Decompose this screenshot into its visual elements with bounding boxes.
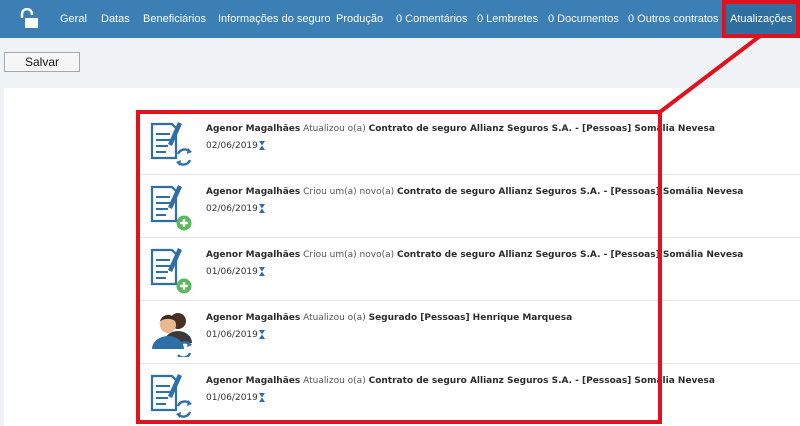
feed-item-text: Agenor Magalhães Atualizou o(a) Segurado… bbox=[206, 313, 572, 323]
feed-item-text: Agenor Magalhães Atualizou o(a) Contrato… bbox=[206, 124, 715, 134]
tab-datas[interactable]: Datas bbox=[101, 0, 130, 38]
feed-item-target[interactable]: Contrato de seguro Allianz Seguros S.A. … bbox=[369, 376, 715, 386]
hourglass-icon[interactable] bbox=[258, 203, 266, 214]
unlock-icon[interactable] bbox=[18, 8, 40, 30]
feed-item-date: 01/06/2019 bbox=[206, 267, 258, 277]
feed-item-action: Atualizou o(a) bbox=[303, 376, 366, 386]
document-update-icon bbox=[150, 122, 192, 166]
document-add-icon bbox=[150, 248, 192, 294]
feed-item-user[interactable]: Agenor Magalhães bbox=[206, 376, 300, 386]
activity-feed: Agenor Magalhães Atualizou o(a) Contrato… bbox=[138, 112, 800, 424]
document-update-icon bbox=[150, 374, 192, 418]
feed-item-text: Agenor Magalhães Criou um(a) novo(a) Con… bbox=[206, 187, 743, 197]
feed-item-target[interactable]: Contrato de seguro Allianz Seguros S.A. … bbox=[369, 124, 715, 134]
tab-informacoes-do-seguro[interactable]: Informações do seguro bbox=[218, 0, 331, 38]
people-update-icon bbox=[152, 313, 192, 357]
tab-comentarios[interactable]: 0 Comentários bbox=[396, 0, 468, 38]
feed-item-date: 02/06/2019 bbox=[206, 204, 258, 214]
tab-beneficiarios[interactable]: Beneficiários bbox=[143, 0, 206, 38]
feed-item-user[interactable]: Agenor Magalhães bbox=[206, 124, 300, 134]
feed-item-text: Agenor Magalhães Atualizou o(a) Contrato… bbox=[206, 376, 715, 386]
save-button[interactable]: Salvar bbox=[4, 52, 80, 72]
hourglass-icon[interactable] bbox=[258, 329, 266, 340]
feed-item-date: 01/06/2019 bbox=[206, 330, 258, 340]
tab-outros-contratos[interactable]: 0 Outros contratos bbox=[628, 0, 719, 38]
feed-item-user[interactable]: Agenor Magalhães bbox=[206, 187, 300, 197]
feed-item: Agenor Magalhães Criou um(a) novo(a) Con… bbox=[138, 174, 800, 237]
feed-item-target[interactable]: Contrato de seguro Allianz Seguros S.A. … bbox=[397, 250, 743, 260]
hourglass-icon[interactable] bbox=[258, 140, 266, 151]
feed-item: Agenor Magalhães Atualizou o(a) Segurado… bbox=[138, 300, 800, 363]
feed-item-action: Criou um(a) novo(a) bbox=[303, 187, 395, 197]
feed-item-text: Agenor Magalhães Criou um(a) novo(a) Con… bbox=[206, 250, 743, 260]
hourglass-icon[interactable] bbox=[258, 392, 266, 403]
tab-geral[interactable]: Geral bbox=[60, 0, 87, 38]
tab-atualizacoes[interactable]: Atualizações bbox=[722, 0, 800, 38]
top-navbar: Geral Datas Beneficiários Informações do… bbox=[0, 0, 800, 38]
feed-item: Agenor Magalhães Atualizou o(a) Contrato… bbox=[138, 112, 800, 174]
feed-item: Agenor Magalhães Atualizou o(a) Contrato… bbox=[138, 363, 800, 426]
feed-item-target[interactable]: Segurado [Pessoas] Henrique Marquesa bbox=[369, 313, 573, 323]
document-add-icon bbox=[150, 185, 192, 231]
feed-item-date: 01/06/2019 bbox=[206, 393, 258, 403]
tab-producao[interactable]: Produção bbox=[336, 0, 383, 38]
feed-item-target[interactable]: Contrato de seguro Allianz Seguros S.A. … bbox=[397, 187, 743, 197]
hourglass-icon[interactable] bbox=[258, 266, 266, 277]
feed-item-date: 02/06/2019 bbox=[206, 141, 258, 151]
feed-item-action: Atualizou o(a) bbox=[303, 124, 366, 134]
feed-item-user[interactable]: Agenor Magalhães bbox=[206, 313, 300, 323]
feed-item-action: Criou um(a) novo(a) bbox=[303, 250, 395, 260]
feed-item: Agenor Magalhães Criou um(a) novo(a) Con… bbox=[138, 237, 800, 300]
tab-documentos[interactable]: 0 Documentos bbox=[548, 0, 619, 38]
feed-item-user[interactable]: Agenor Magalhães bbox=[206, 250, 300, 260]
tab-lembretes[interactable]: 0 Lembretes bbox=[477, 0, 538, 38]
feed-item-action: Atualizou o(a) bbox=[303, 313, 366, 323]
